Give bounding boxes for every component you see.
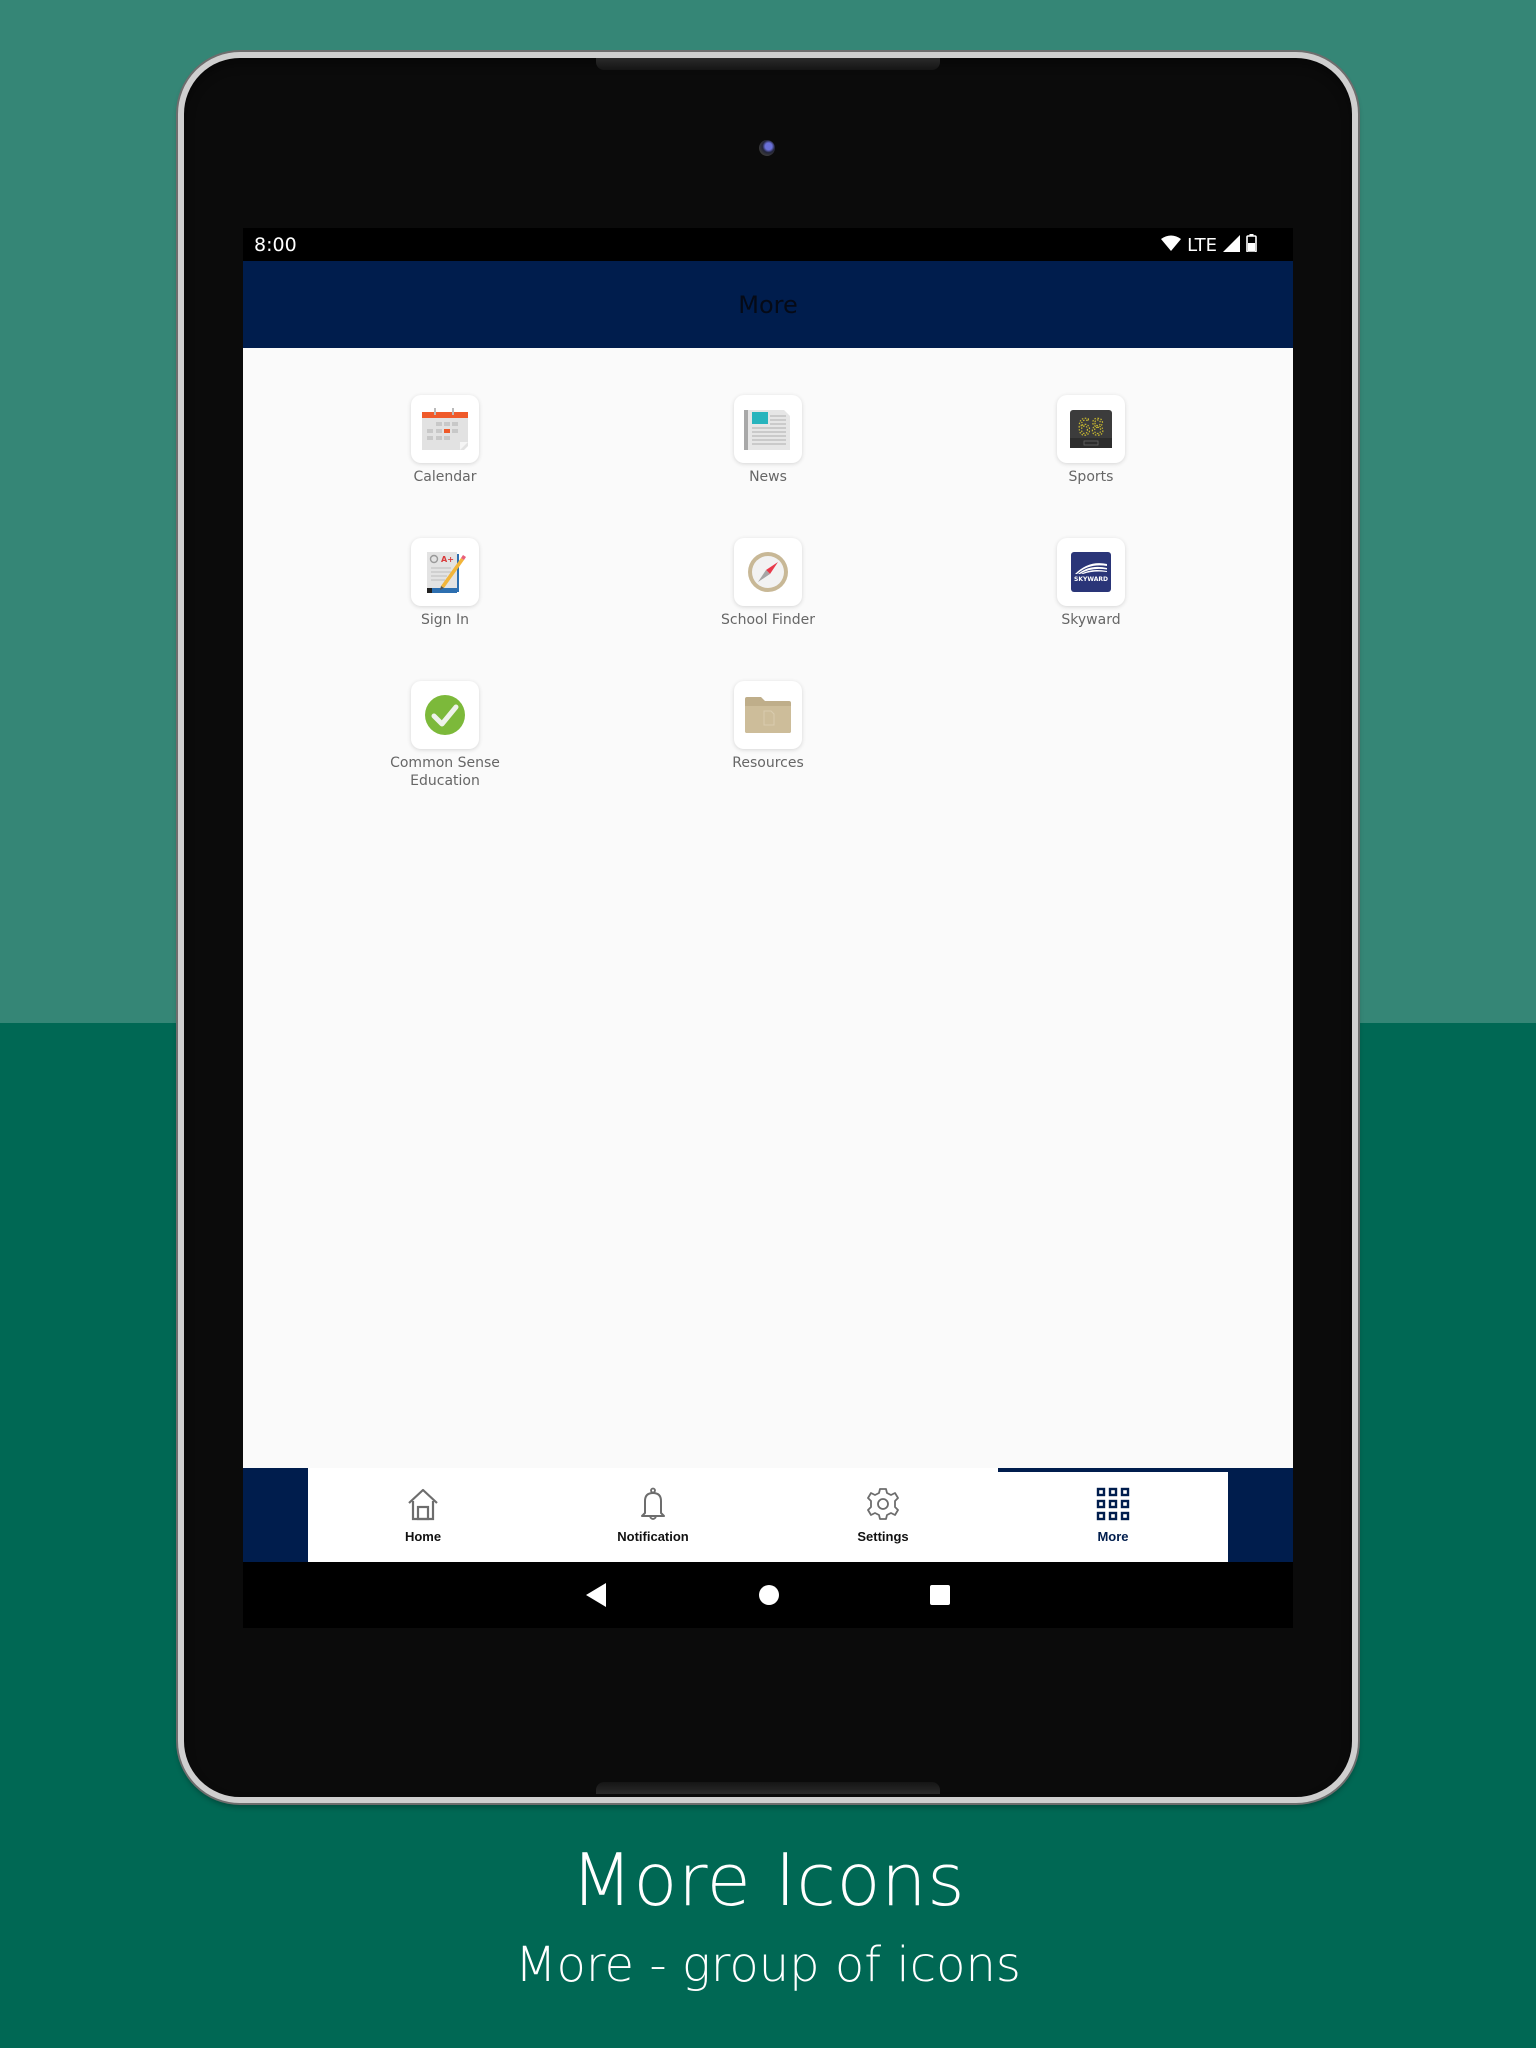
tile-label: News <box>749 469 787 485</box>
status-bar: 8:00 LTE <box>243 228 1293 261</box>
tab-home[interactable]: Home <box>308 1468 538 1562</box>
notebook-pencil-icon: A+ <box>427 552 466 593</box>
skyward-logo-icon: SKYWARD <box>1071 552 1111 592</box>
tile-sports[interactable]: 68 Sports <box>1011 395 1171 486</box>
calendar-icon <box>422 408 468 450</box>
more-icon-grid: Calendar News 68 Sports A+ Sign In Schoo… <box>243 348 1293 1468</box>
status-icons: LTE <box>1161 234 1257 257</box>
camera-icon <box>759 140 775 156</box>
tile-label: Sign In <box>421 612 469 628</box>
tile-label: Calendar <box>413 469 477 485</box>
svg-text:A+: A+ <box>441 555 454 564</box>
scoreboard-icon: 68 <box>1070 410 1112 448</box>
device-bottom-notch <box>596 1782 940 1794</box>
device-screen: 8:00 LTE More Calendar News 68 Sports A+… <box>243 228 1293 1628</box>
grid-icon <box>1096 1487 1130 1520</box>
tab-label: Home <box>404 1528 442 1544</box>
device-top-notch <box>596 58 940 70</box>
tab-label: Notification <box>617 1528 689 1544</box>
back-icon[interactable] <box>586 1583 608 1607</box>
checkmark-icon <box>425 695 465 735</box>
status-time: 8:00 <box>254 234 297 256</box>
tab-notification[interactable]: Notification <box>538 1468 768 1562</box>
tile-skyward[interactable]: SKYWARD Skyward <box>1011 538 1171 629</box>
system-nav-bar <box>243 1562 1293 1628</box>
tile-label: Skyward <box>1061 612 1121 628</box>
tile-news[interactable]: News <box>688 395 848 486</box>
folder-icon <box>745 697 791 733</box>
tile-resources[interactable]: Resources <box>688 681 848 772</box>
recents-icon[interactable] <box>930 1585 950 1605</box>
newspaper-icon <box>744 410 790 450</box>
caption-title: More Icons <box>570 1838 966 1922</box>
svg-text:SKYWARD: SKYWARD <box>1074 576 1108 583</box>
tile-label: Common Sense Education <box>390 755 500 789</box>
app-header: More <box>243 261 1293 348</box>
caption-subtitle: More - group of icons <box>515 1937 1021 1993</box>
svg-text:68: 68 <box>1078 416 1105 441</box>
home-circle-icon[interactable] <box>758 1584 780 1606</box>
tile-label: Sports <box>1068 469 1114 485</box>
tile-calendar[interactable]: Calendar <box>365 395 525 486</box>
battery-icon <box>1246 234 1257 257</box>
signal-icon <box>1223 234 1240 257</box>
tile-school-finder[interactable]: School Finder <box>688 538 848 629</box>
tab-settings[interactable]: Settings <box>768 1468 998 1562</box>
home-icon <box>408 1488 438 1520</box>
network-type: LTE <box>1187 235 1217 256</box>
gear-icon <box>867 1487 899 1520</box>
compass-icon <box>748 552 788 592</box>
tile-common-sense-education[interactable]: Common Sense Education <box>365 681 525 790</box>
tab-more[interactable]: More <box>998 1468 1228 1562</box>
bottom-nav: Home Notification Settings More <box>243 1468 1293 1562</box>
tile-sign-in[interactable]: A+ Sign In <box>365 538 525 629</box>
tab-label: Settings <box>857 1528 909 1544</box>
tile-label: Resources <box>732 755 804 771</box>
tab-label: More <box>1097 1528 1129 1544</box>
tile-label: School Finder <box>721 612 815 628</box>
wifi-icon <box>1161 235 1182 256</box>
page-title: More <box>738 290 798 319</box>
bell-icon <box>641 1487 665 1520</box>
